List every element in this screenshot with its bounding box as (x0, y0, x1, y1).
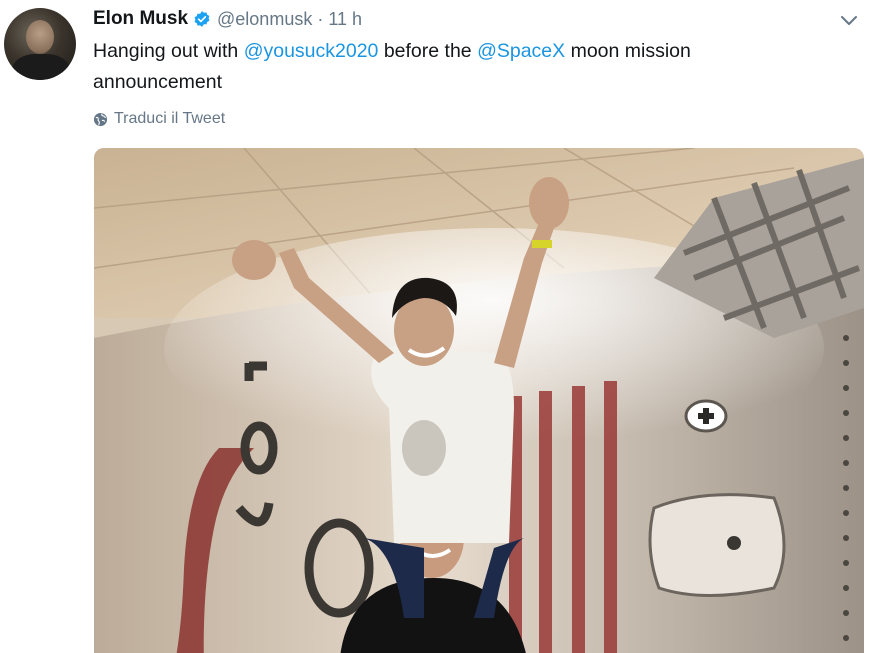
translate-tweet-link[interactable]: Traduci il Tweet (93, 110, 225, 128)
header-separator: · (317, 8, 324, 29)
mention-link-spacex[interactable]: @SpaceX (477, 40, 565, 62)
tweet-card: Elon Musk @elonmusk · 11 h Hanging out w… (0, 0, 871, 653)
photo-scene (94, 148, 864, 653)
tweet-photo[interactable] (94, 148, 864, 653)
avatar-body (12, 54, 70, 80)
tweet-text: Hanging out with @yousuck2020 before the… (93, 36, 813, 98)
chevron-down-icon[interactable] (838, 12, 860, 28)
tweet-text-segment: before the (378, 40, 478, 62)
author-handle[interactable]: @elonmusk (217, 9, 312, 30)
tweet-timestamp[interactable]: 11 h (328, 9, 362, 30)
author-name[interactable]: Elon Musk (93, 8, 188, 30)
avatar[interactable] (4, 8, 76, 80)
translate-label: Traduci il Tweet (114, 110, 226, 127)
tweet-header: Elon Musk @elonmusk · 11 h (93, 6, 362, 32)
verified-badge-icon (194, 11, 210, 27)
mention-link-yousuck2020[interactable]: @yousuck2020 (244, 40, 379, 62)
globe-icon (93, 112, 108, 126)
avatar-face (26, 20, 54, 54)
tweet-text-segment: Hanging out with (93, 40, 244, 62)
